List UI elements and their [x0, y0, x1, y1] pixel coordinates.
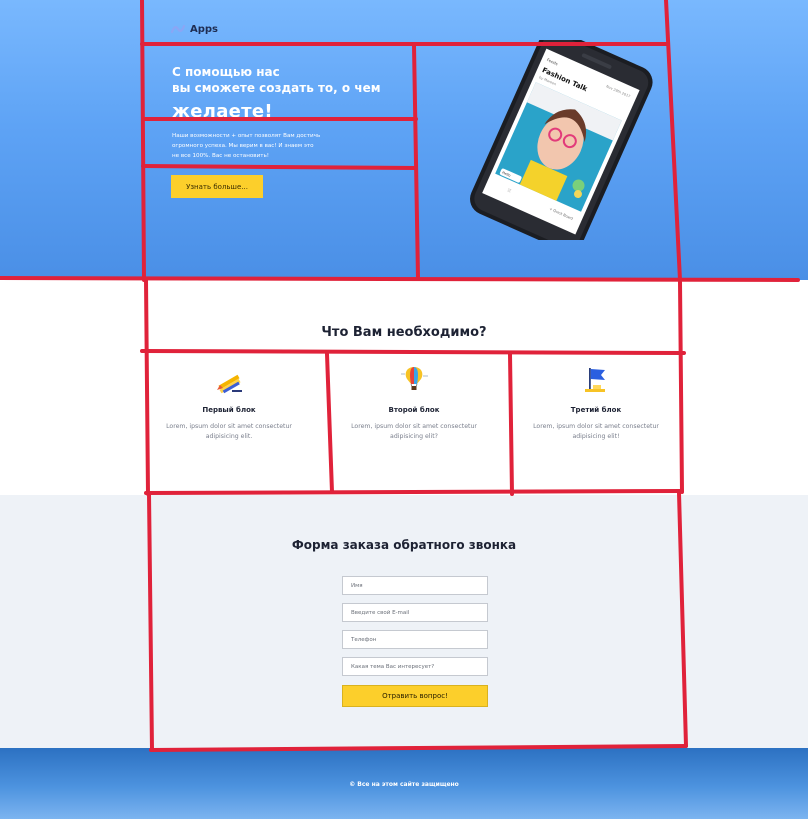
guide-line [144, 489, 684, 495]
pencil-icon [217, 374, 242, 394]
learn-more-button[interactable]: Узнать больше... [171, 175, 263, 198]
guide-line [144, 278, 150, 496]
needs-title: Что Вам необходимо? [321, 325, 487, 340]
hero-section: Apps С помощью нас вы сможете создать то… [0, 0, 808, 280]
email-input[interactable] [342, 603, 488, 622]
feature-card-3: Третий блок Lorem, ipsum dolor sit amet … [516, 364, 676, 442]
logo-icon [170, 24, 186, 34]
hero-title-line1: С помощью нас [172, 65, 280, 79]
feature-text-2: Lorem, ipsum dolor sit amet consectetur … [351, 423, 477, 440]
submit-question-button[interactable]: Отравить вопрос! [342, 685, 488, 707]
hero-title-line2: вы сможете создать то, о чем [172, 81, 381, 95]
form-title: Форма заказа обратного звонка [291, 538, 517, 552]
guide-line [508, 352, 514, 496]
phone-input[interactable] [342, 630, 488, 649]
logo[interactable]: Apps [170, 22, 218, 36]
guide-line [325, 352, 334, 494]
logo-text: Apps [190, 23, 219, 35]
feature-title-1: Первый блок [202, 406, 256, 414]
footer: © Все на этом сайте защищено [0, 748, 808, 819]
feature-card-2: Второй блок Lorem, ipsum dolor sit amet … [334, 364, 494, 442]
flag-icon [585, 368, 605, 392]
feature-title-2: Второй блок [388, 406, 440, 414]
phone-mockup: Feeds Nov 28th 2017 Fashion Talk by Mare… [470, 40, 653, 240]
guide-line [678, 280, 684, 494]
hero-description: Наши возможности + опыт позволят Вам дос… [172, 133, 321, 159]
name-input[interactable] [342, 576, 488, 595]
feature-text-3: Lorem, ipsum dolor sit amet consectetur … [533, 423, 659, 440]
hot-air-balloon-icon [401, 367, 428, 390]
hero-title: С помощью нас вы сможете создать то, о ч… [172, 64, 412, 126]
feature-text-1: Lorem, ipsum dolor sit amet consectetur … [166, 423, 292, 440]
copyright-text: © Все на этом сайте защищено [349, 781, 459, 788]
hero-title-big: желаете! [172, 101, 273, 122]
guide-line [140, 349, 686, 355]
feature-title-3: Третий блок [570, 406, 622, 414]
topic-input[interactable] [342, 657, 488, 676]
feature-card-1: Первый блок Lorem, ipsum dolor sit amet … [149, 364, 309, 442]
